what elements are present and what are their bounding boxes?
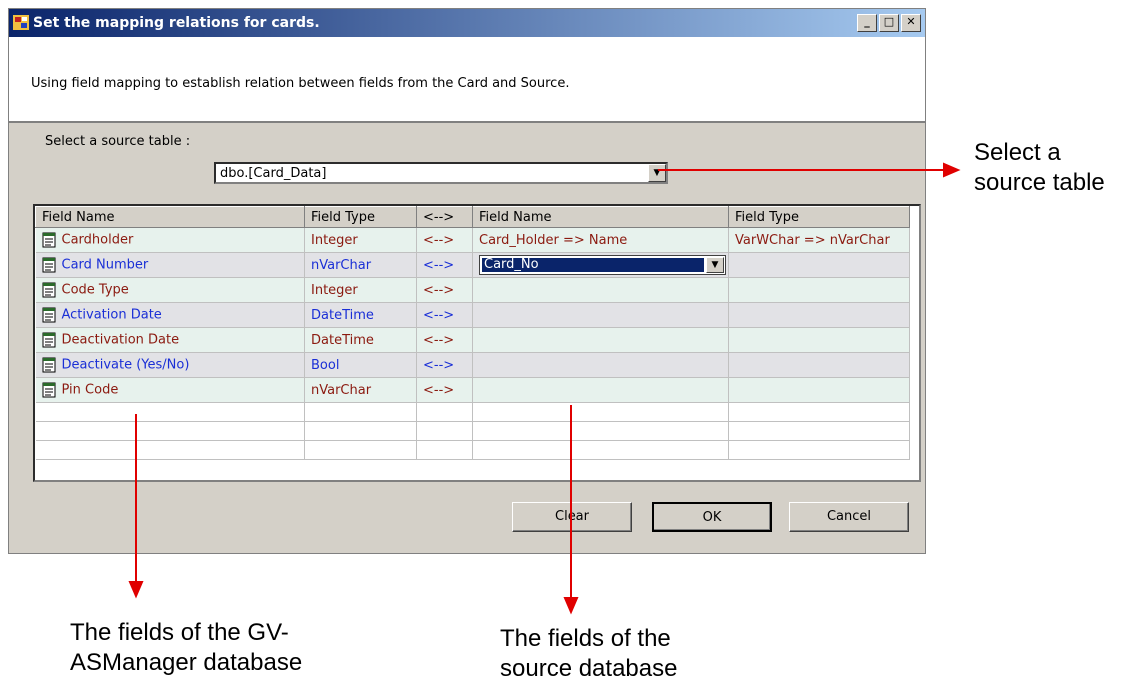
annotation-select-table: Select a source table	[974, 138, 1105, 198]
annotation-line: ASManager database	[70, 649, 303, 676]
annotation-arrows	[128, 162, 961, 615]
arrowhead-select-table	[943, 162, 961, 178]
annotation-source-fields: The fields of the source database	[500, 624, 677, 684]
annotation-line: source database	[500, 655, 678, 682]
annotation-gv-fields: The fields of the GV- ASManager database	[70, 618, 302, 678]
annotation-line: source table	[974, 169, 1105, 196]
annotation-line: Select a	[974, 139, 1061, 166]
arrowhead-source-fields	[563, 597, 579, 615]
arrowhead-gv-fields	[128, 581, 144, 599]
annotation-line: The fields of the	[500, 625, 671, 652]
annotation-line: The fields of the GV-	[70, 619, 289, 646]
